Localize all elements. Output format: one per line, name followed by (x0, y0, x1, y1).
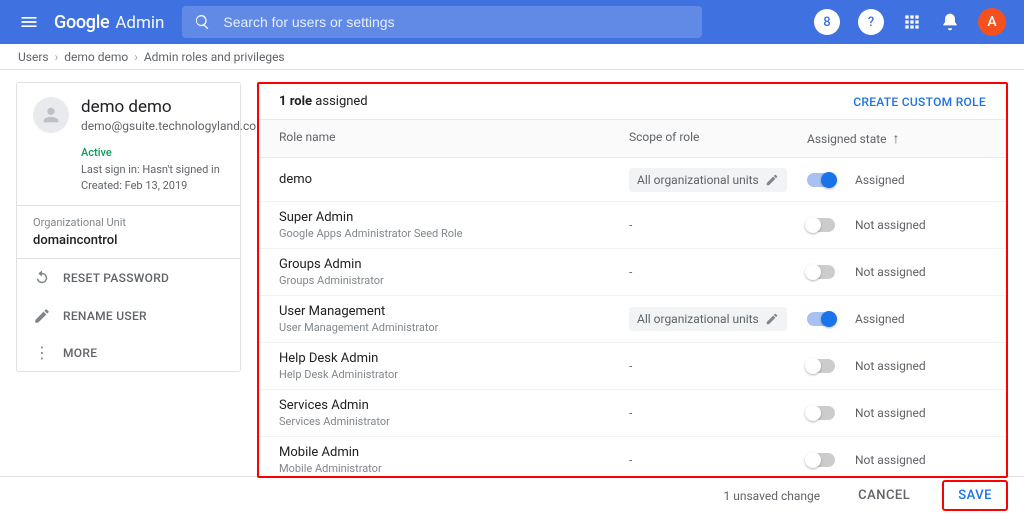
column-scope[interactable]: Scope of role (629, 130, 807, 147)
cancel-button[interactable]: CANCEL (844, 482, 924, 509)
assigned-state-label: Assigned (855, 173, 905, 187)
brand-admin: Admin (115, 13, 164, 33)
more-vert-icon: ⋮ (33, 345, 51, 361)
user-card: demo demo demo@gsuite.technologyland.co.… (16, 82, 241, 372)
roles-list: demoAll organizational units AssignedSup… (259, 158, 1006, 476)
search-input[interactable] (223, 14, 690, 30)
table-header: Role name Scope of role Assigned state ↑ (259, 120, 1006, 158)
user-email: demo@gsuite.technologyland.co.th (81, 119, 270, 133)
panel-title: 1 role assigned (279, 94, 368, 109)
role-desc: Help Desk Administrator (279, 368, 629, 381)
assigned-state-label: Not assigned (855, 406, 926, 420)
assigned-toggle[interactable] (807, 173, 835, 187)
user-avatar (33, 97, 69, 133)
role-row: Help Desk Admin Help Desk Administrator- N… (259, 343, 1006, 390)
assigned-state-label: Assigned (855, 312, 905, 326)
more-actions-button[interactable]: ⋮ MORE (17, 335, 240, 371)
role-desc: Google Apps Administrator Seed Role (279, 227, 629, 240)
role-name: Mobile Admin (279, 445, 629, 460)
refresh-icon (33, 269, 51, 287)
roles-panel: 1 role assigned CREATE CUSTOM ROLE Role … (257, 82, 1008, 478)
scope-chip[interactable]: All organizational units (629, 307, 787, 331)
scope-empty: - (629, 359, 632, 373)
role-row: Groups Admin Groups Administrator- Not ass… (259, 249, 1006, 296)
search-box[interactable] (182, 6, 702, 38)
account-avatar[interactable]: A (978, 8, 1006, 36)
role-desc: Groups Administrator (279, 274, 629, 287)
assigned-state-label: Not assigned (855, 453, 926, 467)
hamburger-icon (19, 12, 39, 32)
search-icon (194, 13, 211, 31)
role-desc: Services Administrator (279, 415, 629, 428)
user-name: demo demo (81, 97, 270, 117)
app-header: Google Admin 8 ? A (0, 0, 1024, 44)
notifications-icon[interactable] (940, 12, 960, 32)
user-status: Active (81, 145, 224, 162)
role-row: User Management User Management Administr… (259, 296, 1006, 343)
more-label: MORE (63, 346, 97, 360)
assigned-toggle[interactable] (807, 218, 835, 232)
breadcrumb-item: Admin roles and privileges (144, 50, 285, 64)
role-row: Mobile Admin Mobile Administrator- Not ass… (259, 437, 1006, 476)
chevron-right-icon: › (55, 50, 59, 64)
assigned-toggle[interactable] (807, 359, 835, 373)
create-custom-role-button[interactable]: CREATE CUSTOM ROLE (853, 95, 986, 109)
help-button[interactable]: ? (858, 9, 884, 35)
scope-chip[interactable]: All organizational units (629, 168, 787, 192)
person-icon (40, 104, 62, 126)
page-footer: 1 unsaved change CANCEL SAVE (0, 476, 1024, 514)
breadcrumb: Users › demo demo › Admin roles and priv… (0, 44, 1024, 70)
pencil-icon (765, 173, 779, 187)
user-last-signin: Last sign in: Hasn't signed in (81, 162, 224, 179)
pencil-icon (765, 312, 779, 326)
assigned-state-label: Not assigned (855, 265, 926, 279)
header-badge-counter[interactable]: 8 (814, 9, 840, 35)
scope-empty: - (629, 265, 632, 279)
role-desc: User Management Administrator (279, 321, 629, 334)
org-unit-value: domaincontrol (33, 233, 224, 248)
assigned-toggle[interactable] (807, 312, 835, 326)
role-row: demoAll organizational units Assigned (259, 158, 1006, 202)
user-created: Created: Feb 13, 2019 (81, 178, 224, 195)
role-desc: Mobile Administrator (279, 462, 629, 475)
pencil-icon (33, 307, 51, 325)
sort-up-icon: ↑ (893, 130, 900, 147)
reset-password-label: RESET PASSWORD (63, 271, 169, 285)
role-name: User Management (279, 304, 629, 319)
assigned-toggle[interactable] (807, 265, 835, 279)
rename-user-button[interactable]: RENAME USER (17, 297, 240, 335)
role-name: Help Desk Admin (279, 351, 629, 366)
reset-password-button[interactable]: RESET PASSWORD (17, 259, 240, 297)
roles-main: 1 role assigned CREATE CUSTOM ROLE Role … (257, 70, 1024, 476)
assigned-state-label: Not assigned (855, 359, 926, 373)
assigned-toggle[interactable] (807, 453, 835, 467)
chevron-right-icon: › (134, 50, 138, 64)
role-name: Groups Admin (279, 257, 629, 272)
user-sidebar: demo demo demo@gsuite.technologyland.co.… (0, 70, 257, 476)
brand-google: Google (54, 12, 109, 33)
role-name: Services Admin (279, 398, 629, 413)
role-name: Super Admin (279, 210, 629, 225)
breadcrumb-item[interactable]: Users (18, 50, 49, 64)
column-role-name[interactable]: Role name (279, 130, 629, 147)
scope-empty: - (629, 218, 632, 232)
org-unit-label: Organizational Unit (33, 216, 224, 229)
assigned-toggle[interactable] (807, 406, 835, 420)
role-name: demo (279, 172, 629, 187)
main-menu-button[interactable] (8, 12, 50, 32)
role-row: Super Admin Google Apps Administrator See… (259, 202, 1006, 249)
scope-empty: - (629, 453, 632, 467)
save-button[interactable]: SAVE (942, 480, 1008, 511)
header-actions: 8 ? A (814, 8, 1006, 36)
rename-user-label: RENAME USER (63, 309, 147, 323)
role-row: Services Admin Services Administrator- Not… (259, 390, 1006, 437)
apps-grid-icon[interactable] (902, 12, 922, 32)
breadcrumb-item[interactable]: demo demo (64, 50, 128, 64)
column-state[interactable]: Assigned state ↑ (807, 130, 986, 147)
unsaved-changes-label: 1 unsaved change (724, 489, 821, 503)
brand-logo: Google Admin (54, 12, 164, 33)
assigned-state-label: Not assigned (855, 218, 926, 232)
scope-empty: - (629, 406, 632, 420)
